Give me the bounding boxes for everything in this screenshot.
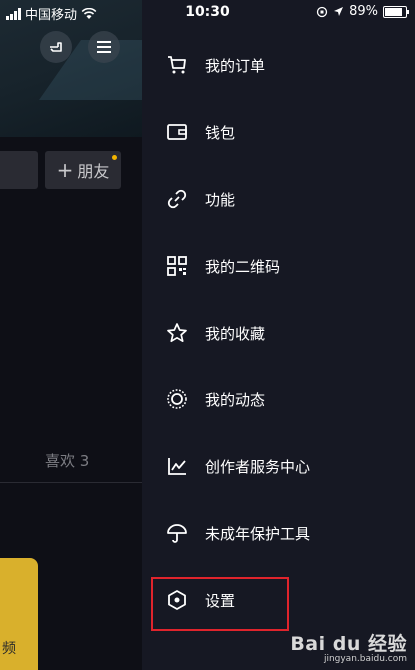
menu-item-wallet[interactable]: 钱包 xyxy=(150,107,408,157)
video-card-text: 频 xyxy=(2,641,16,657)
menu-item-label: 未成年保护工具 xyxy=(205,524,311,543)
baidu-watermark: Bai du 经验 jingyan.baidu.com xyxy=(290,629,407,664)
menu-item-orders[interactable]: 我的订单 xyxy=(150,40,408,90)
activity-ring-icon xyxy=(164,386,190,412)
tab-likes[interactable]: 喜欢 3 xyxy=(45,450,89,471)
menu-item-label: 创作者服务中心 xyxy=(205,457,311,476)
profile-background: + 朋友 喜欢 3 频 xyxy=(0,0,142,670)
wallet-icon xyxy=(164,119,190,145)
qr-code-icon xyxy=(164,253,190,279)
hamburger-icon xyxy=(97,41,111,53)
menu-item-qr-code[interactable]: 我的二维码 xyxy=(150,241,408,291)
battery-percent: 89% xyxy=(349,4,378,19)
menu-item-features[interactable]: 功能 xyxy=(150,174,408,224)
battery-icon xyxy=(383,5,409,18)
video-card[interactable]: 频 xyxy=(0,558,38,670)
location-icon xyxy=(334,7,344,16)
rotation-lock-icon xyxy=(316,6,328,17)
menu-button[interactable] xyxy=(88,31,120,63)
menu-item-label: 我的收藏 xyxy=(205,324,266,343)
tab-divider xyxy=(0,482,142,483)
add-friend-button[interactable]: + 朋友 xyxy=(45,151,121,189)
gesture-button[interactable] xyxy=(40,31,72,63)
watermark-brand: Bai du 经验 xyxy=(290,633,407,655)
menu-item-label: 我的订单 xyxy=(205,56,266,75)
pointing-hand-icon xyxy=(50,42,62,52)
plus-icon: + xyxy=(56,158,74,182)
add-friend-label: 朋友 xyxy=(77,162,110,181)
menu-item-favorites[interactable]: 我的收藏 xyxy=(150,308,408,358)
edit-profile-button[interactable] xyxy=(0,151,38,189)
menu-item-label: 钱包 xyxy=(205,123,236,142)
menu-item-label: 我的二维码 xyxy=(205,257,281,276)
menu-item-creator-center[interactable]: 创作者服务中心 xyxy=(150,441,408,491)
umbrella-icon xyxy=(164,520,190,546)
status-bar: 中国移动 10:30 89% xyxy=(0,0,415,24)
star-icon xyxy=(164,320,190,346)
settings-highlight-box xyxy=(151,577,289,631)
line-chart-icon xyxy=(164,453,190,479)
side-drawer: 我的订单 钱包 功能 我的二维码 我的收藏 我的动态 创作者服务中心 未成年保护… xyxy=(142,0,415,670)
menu-item-label: 我的动态 xyxy=(205,390,266,409)
notification-dot xyxy=(112,155,117,160)
link-icon xyxy=(164,186,190,212)
menu-item-label: 功能 xyxy=(205,190,236,209)
cart-icon xyxy=(164,52,190,78)
menu-item-activity[interactable]: 我的动态 xyxy=(150,374,408,424)
menu-item-minor-protection[interactable]: 未成年保护工具 xyxy=(150,508,408,558)
